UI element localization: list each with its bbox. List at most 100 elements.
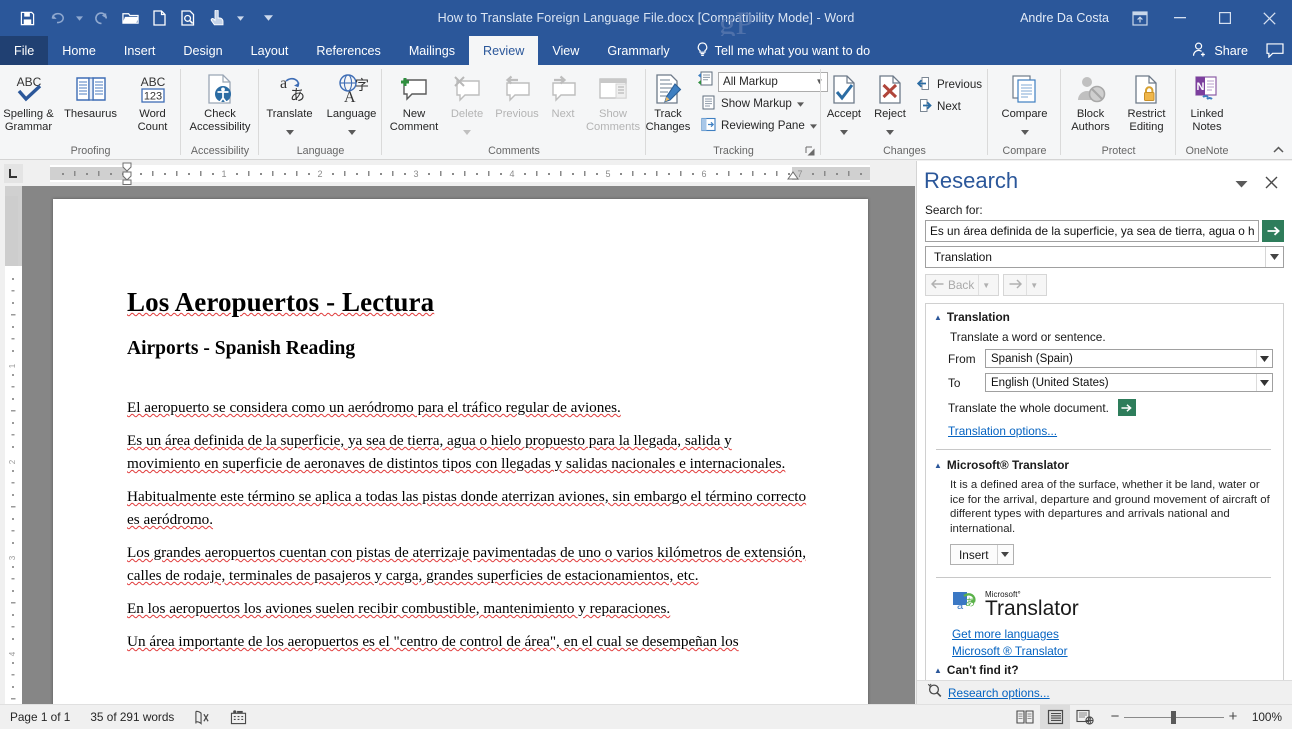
ribbon-display-options-icon[interactable]	[1123, 3, 1157, 33]
collapse-triangle-icon[interactable]: ▲	[934, 313, 942, 322]
tab-stop-selector[interactable]	[4, 164, 23, 183]
zoom-in-button[interactable]: +	[1224, 709, 1242, 724]
new-comment-button[interactable]: New Comment	[385, 68, 443, 134]
reject-button[interactable]: Reject	[867, 68, 913, 141]
zoom-level-label[interactable]: 100%	[1248, 710, 1292, 724]
translation-section-header[interactable]: ▲ Translation	[934, 310, 1273, 324]
next-change-button[interactable]: Next	[913, 96, 988, 117]
delete-comment-button[interactable]: Delete	[443, 68, 491, 141]
open-icon[interactable]	[117, 5, 144, 31]
show-comments-button[interactable]: Show Comments	[583, 68, 643, 134]
translate-dropdown-caret[interactable]	[285, 122, 294, 140]
search-go-button[interactable]	[1262, 220, 1284, 242]
touch-mode-dropdown-caret[interactable]	[233, 5, 247, 31]
print-layout-view-button[interactable]	[1040, 704, 1070, 729]
word-count-indicator[interactable]: 35 of 291 words	[80, 705, 184, 729]
print-preview-icon[interactable]	[175, 5, 202, 31]
research-service-caret[interactable]	[1265, 247, 1283, 267]
share-button[interactable]: Share	[1182, 36, 1258, 65]
check-accessibility-button[interactable]: Check Accessibility	[183, 68, 257, 134]
tab-view[interactable]: View	[538, 36, 593, 65]
save-icon[interactable]	[14, 5, 41, 31]
close-button[interactable]	[1247, 0, 1292, 36]
tab-file[interactable]: File	[0, 36, 49, 65]
right-indent-marker[interactable]	[786, 169, 800, 181]
indent-markers[interactable]	[120, 161, 136, 186]
translator-section-header[interactable]: ▲ Microsoft® Translator	[934, 458, 1273, 472]
to-language-select[interactable]: English (United States)	[985, 373, 1273, 392]
cant-find-section-header[interactable]: ▲ Can't find it?	[934, 663, 1273, 677]
translate-whole-document-go-button[interactable]	[1117, 399, 1136, 416]
search-input[interactable]: Es un área definida de la superficie, ya…	[925, 220, 1259, 242]
undo-dropdown-caret[interactable]	[72, 5, 86, 31]
document-canvas[interactable]: Los Aeropuertos - Lectura Airports - Spa…	[22, 186, 915, 704]
research-forward-caret[interactable]: ▼	[1026, 275, 1041, 295]
language-button[interactable]: A字 Language	[321, 68, 383, 141]
pane-options-caret-icon[interactable]	[1235, 175, 1248, 193]
to-language-caret[interactable]	[1256, 374, 1272, 391]
page-indicator[interactable]: Page 1 of 1	[0, 705, 80, 729]
document-content[interactable]: Los Aeropuertos - Lectura Airports - Spa…	[53, 199, 868, 653]
reviewing-pane-button[interactable]: Reviewing Pane	[697, 115, 828, 136]
delete-comment-dropdown-caret[interactable]	[463, 122, 471, 140]
reviewing-pane-caret[interactable]	[809, 119, 817, 132]
redo-icon[interactable]	[88, 5, 115, 31]
tab-references[interactable]: References	[302, 36, 394, 65]
reject-dropdown-caret[interactable]	[885, 122, 894, 140]
collapse-ribbon-icon[interactable]	[1270, 143, 1286, 157]
tab-grammarly[interactable]: Grammarly	[593, 36, 683, 65]
show-markup-button[interactable]: Show Markup	[697, 93, 828, 114]
tracking-dialog-launcher[interactable]	[803, 144, 817, 158]
new-document-icon[interactable]	[146, 5, 173, 31]
insert-dropdown-caret[interactable]	[996, 545, 1013, 564]
zoom-out-button[interactable]: −	[1106, 709, 1124, 724]
research-results-area[interactable]: ▲ Translation Translate a word or senten…	[925, 303, 1284, 685]
zoom-slider[interactable]: − +	[1100, 709, 1248, 724]
spelling-grammar-button[interactable]: ABC Spelling & Grammar	[0, 68, 60, 134]
block-authors-button[interactable]: Block Authors	[1063, 68, 1119, 134]
language-status-icon[interactable]	[220, 705, 257, 729]
pane-close-icon[interactable]	[1260, 171, 1282, 193]
collapse-triangle-icon[interactable]: ▲	[934, 461, 942, 470]
collapse-triangle-icon[interactable]: ▲	[934, 666, 942, 675]
insert-button[interactable]: Insert	[950, 544, 1014, 565]
show-markup-caret[interactable]	[796, 97, 804, 110]
microsoft-translator-link[interactable]: Microsoft ® Translator	[952, 644, 1273, 658]
language-dropdown-caret[interactable]	[347, 122, 356, 140]
spelling-check-icon[interactable]	[184, 705, 220, 729]
tab-insert[interactable]: Insert	[110, 36, 170, 65]
next-comment-button[interactable]: Next	[543, 68, 583, 122]
zoom-thumb[interactable]	[1171, 710, 1176, 724]
tab-home[interactable]: Home	[48, 36, 110, 65]
horizontal-ruler[interactable]: 1 2 3 4 5 6 7	[50, 165, 870, 182]
maximize-button[interactable]	[1202, 0, 1247, 36]
accept-button[interactable]: Accept	[821, 68, 867, 141]
research-options-link[interactable]: Research options...	[948, 686, 1050, 700]
undo-icon[interactable]	[43, 5, 70, 31]
tab-design[interactable]: Design	[169, 36, 236, 65]
tell-me-search[interactable]: Tell me what you want to do	[684, 36, 880, 65]
previous-comment-button[interactable]: Previous	[491, 68, 543, 122]
research-back-button[interactable]: Back ▼	[925, 274, 1000, 296]
linked-notes-button[interactable]: N Linked Notes	[1178, 68, 1236, 134]
accept-dropdown-caret[interactable]	[839, 122, 848, 140]
from-language-select[interactable]: Spanish (Spain)	[985, 349, 1273, 368]
research-forward-button[interactable]: ▼	[1003, 274, 1048, 296]
translation-options-link[interactable]: Translation options...	[948, 424, 1057, 438]
document-page[interactable]: Los Aeropuertos - Lectura Airports - Spa…	[53, 199, 868, 704]
document-vertical-scrollbar-thumb[interactable]	[5, 196, 18, 266]
tab-mailings[interactable]: Mailings	[395, 36, 469, 65]
get-more-languages-link[interactable]: Get more languages	[952, 627, 1273, 641]
previous-change-button[interactable]: Previous	[913, 74, 988, 95]
track-changes-button[interactable]: Track Changes	[639, 68, 697, 134]
minimize-button[interactable]	[1157, 0, 1202, 36]
zoom-track[interactable]	[1124, 710, 1224, 724]
restrict-editing-button[interactable]: Restrict Editing	[1119, 68, 1175, 134]
touch-mode-icon[interactable]	[204, 5, 231, 31]
tab-layout[interactable]: Layout	[237, 36, 303, 65]
markup-display-combo[interactable]: All Markup ▼	[718, 71, 828, 92]
word-count-button[interactable]: ABC 123 Word Count	[122, 68, 184, 134]
translate-button[interactable]: aあ Translate	[259, 68, 321, 141]
research-service-select[interactable]: Translation	[925, 246, 1284, 268]
user-account-name[interactable]: Andre Da Costa	[1020, 11, 1109, 25]
